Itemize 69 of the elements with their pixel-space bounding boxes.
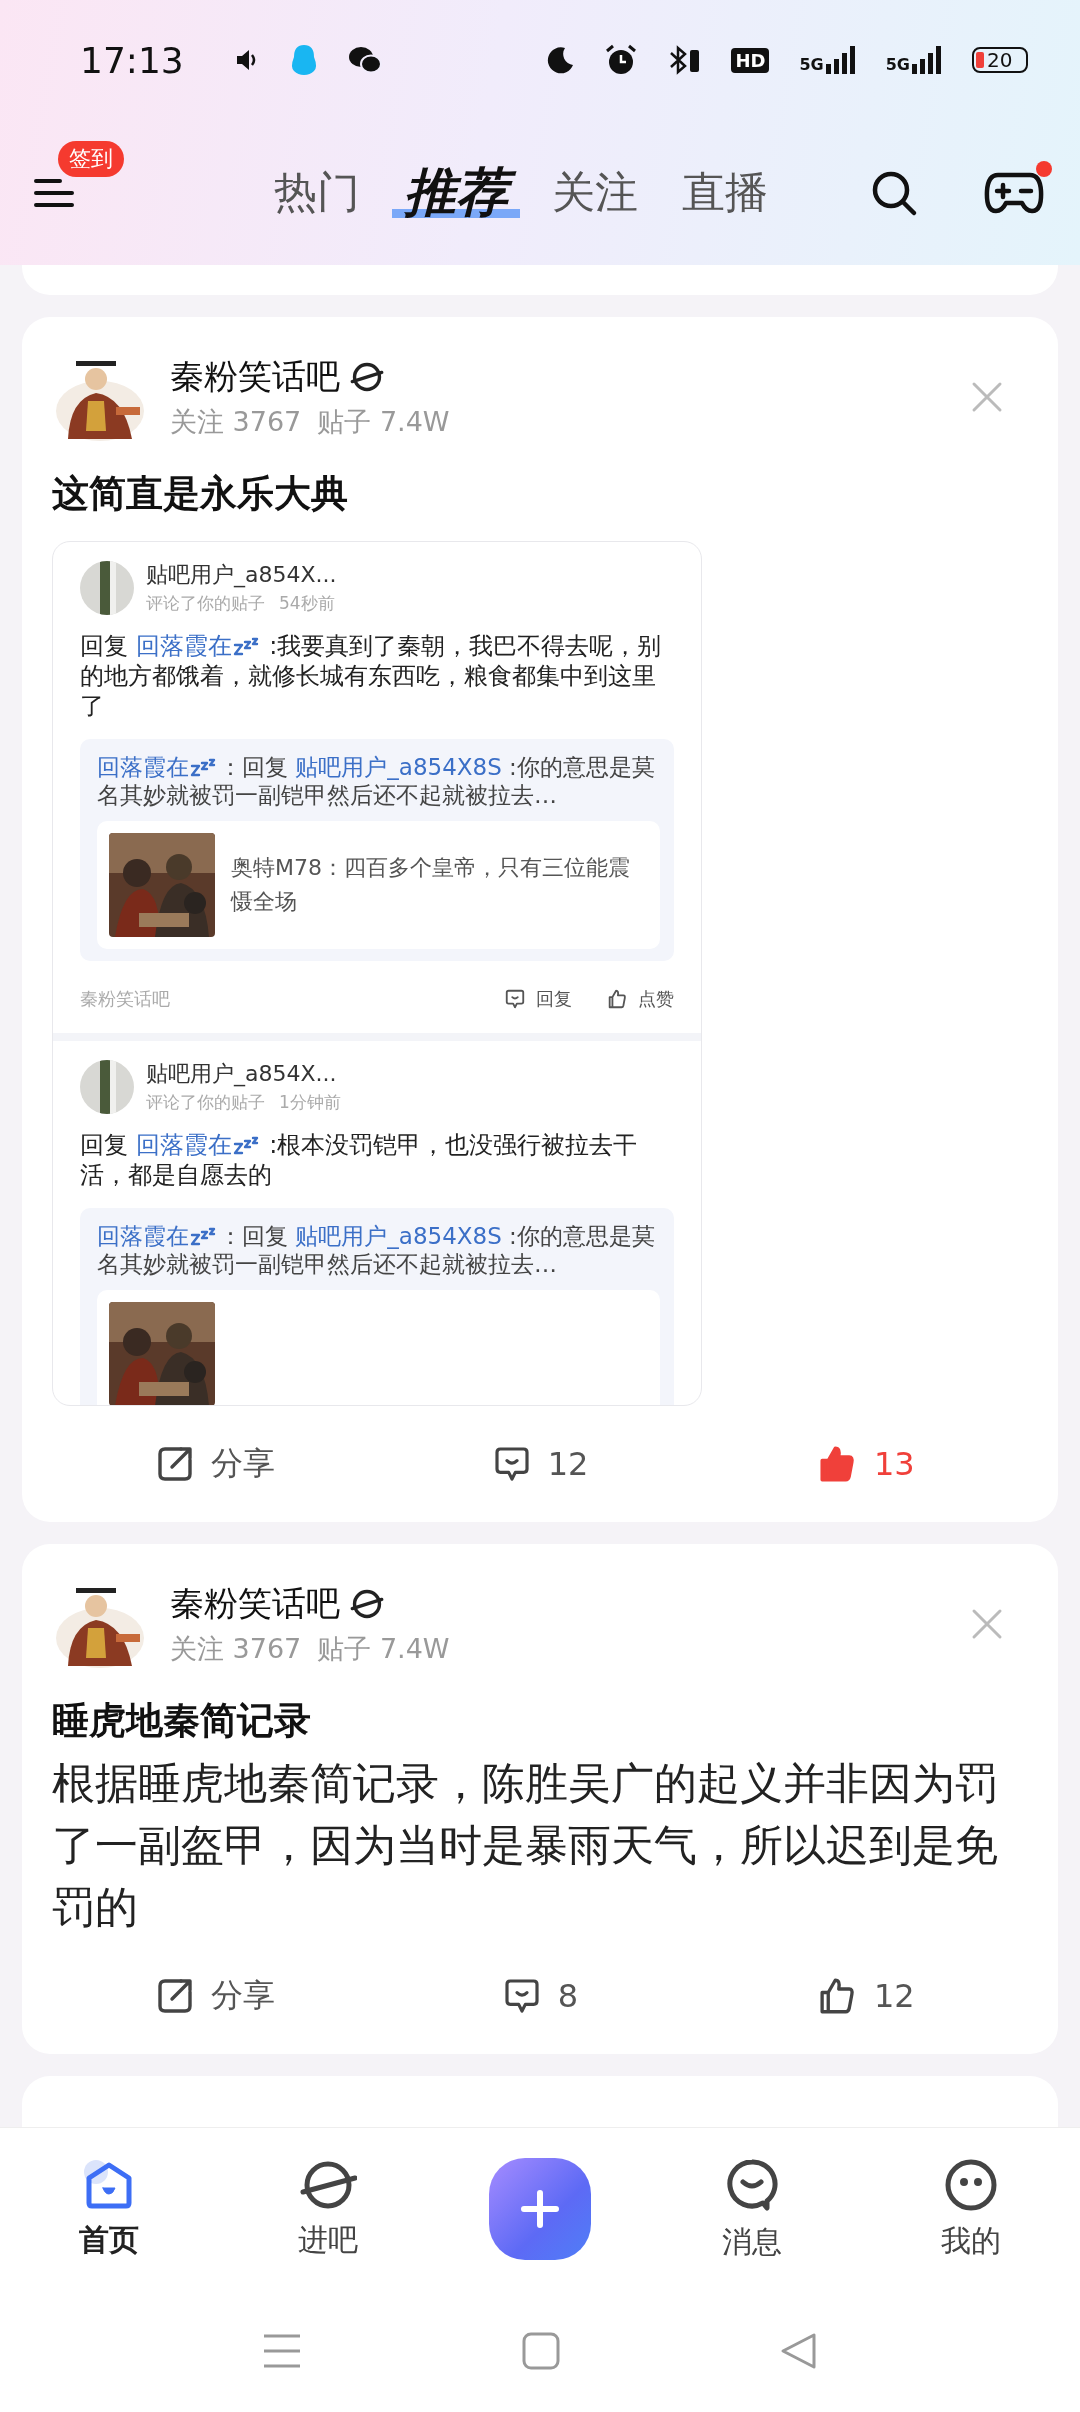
avatar[interactable]	[80, 1059, 134, 1114]
planet-icon	[350, 360, 384, 394]
moon-icon	[545, 45, 576, 75]
post-card[interactable]	[22, 317, 1058, 1522]
follower-count: 关注 3767	[170, 1632, 302, 1666]
network-label: 5G	[885, 55, 910, 74]
user-name: 贴吧用户_a854X...	[146, 1060, 338, 1089]
status-time: 17:13	[80, 39, 184, 81]
avatar[interactable]	[80, 560, 134, 615]
mention-link[interactable]: 回落霞在	[97, 1223, 219, 1249]
planet-icon	[350, 1587, 384, 1621]
signal-icon	[825, 46, 856, 74]
signal-icon	[912, 46, 942, 74]
alarm-icon	[605, 44, 638, 76]
comment-time: 54秒前	[279, 592, 335, 615]
like-button[interactable]: 13	[702, 1442, 1028, 1486]
like-button[interactable]: 12	[702, 1974, 1028, 2018]
thumbs-up-icon	[606, 988, 628, 1010]
post-count: 贴子 7.4W	[317, 405, 450, 439]
comment-button[interactable]: 12	[377, 1443, 703, 1485]
sign-in-badge[interactable]: 签到	[58, 140, 124, 177]
compose-button[interactable]	[489, 2158, 591, 2260]
quote-text: 回落霞在 ：回复 贴吧用户_a854X8S :你的意思是莫名其妙就被罚一副铠甲然后还不起就被拉去…	[97, 753, 656, 809]
mention-link[interactable]: 贴吧用户_a854X8S	[295, 1223, 502, 1249]
nav-tab[interactable]: 我的	[861, 2155, 1080, 2263]
share-button[interactable]: 分享	[52, 1441, 378, 1487]
nav-tab[interactable]: 消息	[643, 2154, 862, 2264]
battery-indicator: 20	[972, 47, 1028, 73]
network-label: 5G	[799, 55, 824, 74]
post-count: 贴子 7.4W	[317, 1632, 450, 1666]
nav-tab[interactable]: 首页	[0, 2156, 219, 2262]
like-button[interactable]: 点赞	[582, 987, 674, 1011]
close-icon	[970, 380, 1004, 414]
reply-button[interactable]: 回复	[480, 987, 572, 1011]
comment-button[interactable]: 8	[377, 1975, 703, 2017]
penguin-icon	[289, 43, 318, 77]
comment-meta: 评论了你的贴子	[146, 1091, 265, 1114]
nav-tab[interactable]: 进吧	[218, 2156, 437, 2262]
share-button[interactable]: 分享	[52, 1973, 378, 2019]
plus-icon	[518, 2187, 562, 2231]
feed-tab[interactable]: 热门	[262, 164, 372, 221]
post-title: 这简直是永乐大典	[52, 471, 349, 517]
comment-time: 1分钟前	[279, 1091, 341, 1114]
forum-name[interactable]: 秦粉笑话吧	[170, 354, 340, 400]
feed-tab[interactable]: 直播	[670, 164, 780, 221]
chat-bubbles-icon	[347, 45, 382, 75]
comment-icon	[504, 988, 526, 1010]
home-button-icon[interactable]	[522, 2332, 560, 2370]
reply-text: 回复 回落霞在 :根本没罚铠甲，也没强行被拉去干活，都是自愿去的	[80, 1130, 639, 1190]
reply-text: 回复 回落霞在 :我要真到了秦朝，我巴不得去呢，别的地方都饿着，就修长城有东西吃，粮食都集中到这里了	[80, 631, 663, 721]
user-name: 贴吧用户_a854X...	[146, 561, 337, 590]
mention-link[interactable]: 回落霞在	[135, 632, 262, 660]
post-body: 根据睡虎地秦简记录，陈胜吴广的起义并非因为罚了一副盔甲，因为当时是暴雨天气，所以迟到是免罚的	[52, 1757, 999, 1934]
post-card[interactable]: 秦粉笑话吧 关注 3767 贴子 7.4W 睡虎地秦简记录 根据睡虎地秦简记录，陈胜吴广的起义并非因为罚了一副盔甲，因为当时是暴雨天气，所以迟到是免罚的 分享 8 12	[22, 1544, 1058, 2054]
mention-link[interactable]: 回落霞在	[97, 754, 219, 780]
forum-label: 秦粉笑话吧	[80, 987, 171, 1011]
close-icon	[970, 1607, 1004, 1641]
menu-icon[interactable]	[34, 177, 74, 208]
mention-link[interactable]: 回落霞在	[135, 1131, 262, 1159]
feed-tab[interactable]: 关注	[540, 164, 650, 221]
post-title: 睡虎地秦简记录	[52, 1698, 312, 1744]
follower-count: 关注 3767	[170, 405, 302, 439]
quote-text: 回落霞在 ：回复 贴吧用户_a854X8S :你的意思是莫名其妙就被罚一副铠甲然后还不起就被拉去…	[97, 1222, 656, 1278]
hd-badge: HD	[731, 47, 770, 73]
mention-link[interactable]: 贴吧用户_a854X8S	[295, 754, 502, 780]
nested-text: 奥特M78：四百多个皇帝，只有三位能震慑全场	[231, 854, 631, 916]
forum-name[interactable]: 秦粉笑话吧	[170, 1581, 340, 1627]
back-icon[interactable]	[780, 2332, 818, 2370]
comment-meta: 评论了你的贴子	[146, 592, 265, 615]
